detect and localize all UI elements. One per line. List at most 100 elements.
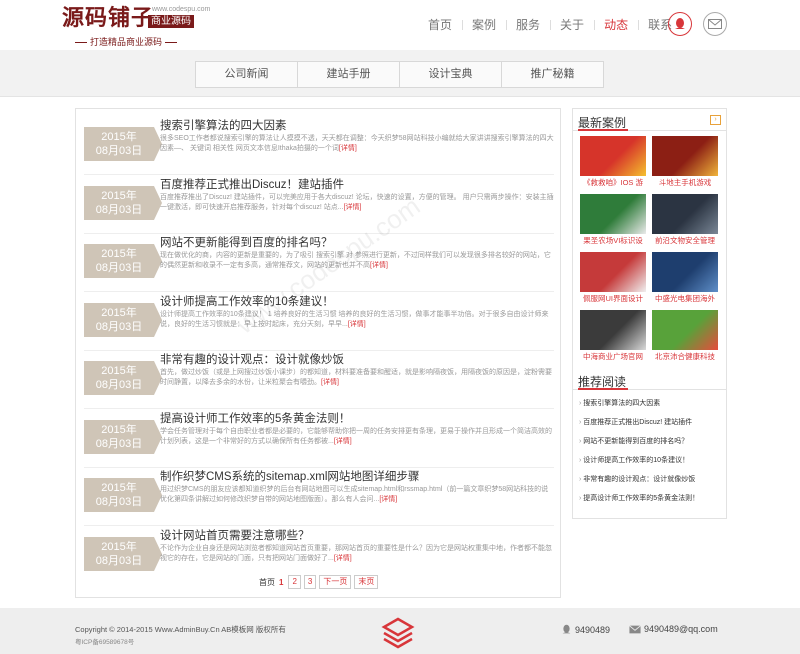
- qq-icon: [562, 624, 571, 634]
- recommend-item[interactable]: 提高设计师工作效率的5条黄金法则！: [579, 489, 720, 508]
- mail-icon: [629, 624, 641, 633]
- date-year: 2015年: [101, 365, 137, 377]
- pager-first[interactable]: 首页: [259, 577, 275, 588]
- case-item[interactable]: 果圣农场VI标识设: [580, 194, 646, 246]
- article-summary: 首先，做过炒饭（或是上网搜过炒饭小课步）的都知道，材料要准备要和醒适，就是影响隔…: [160, 368, 554, 398]
- pager-last[interactable]: 末页: [354, 575, 379, 589]
- article-summary: 设计师提高工作效率的10条建议！ 1 培养良好的生活习惯 培养的良好的生活习惯，…: [160, 310, 554, 340]
- footer-qq[interactable]: 9490489: [561, 624, 610, 635]
- date-badge: 2015年 08月03日: [84, 419, 162, 454]
- sidebar: 最新案例 › 《救救咱》IOS 游 斗地主手机游戏果圣农场VI标识设 前沿文物安全管…: [572, 108, 727, 519]
- article-title[interactable]: 百度推荐正式推出Discuz！建站插件: [160, 176, 344, 192]
- article-summary: 不论作为企业自身还是网站浏览者都知道网站首页重要，那网站首页的重要性是什么？因为…: [160, 544, 554, 574]
- footer-logo-icon: [381, 616, 415, 650]
- case-thumbnail: [580, 136, 646, 176]
- case-grid: 《救救咱》IOS 游 斗地主手机游戏果圣农场VI标识设 前沿文物安全管理佩服网UI界…: [573, 131, 726, 368]
- more-arrow-icon[interactable]: ›: [710, 115, 721, 125]
- sub-nav-band: 公司新闻 建站手册 设计宝典 推广秘籍: [0, 50, 800, 97]
- article-item: 2015年 08月03日 设计网站首页需要注意哪些？ 不论作为企业自身还是网站浏览者都…: [84, 527, 554, 579]
- tab-category[interactable]: 建站手册: [297, 61, 400, 88]
- date-year: 2015年: [101, 189, 137, 202]
- case-item[interactable]: 斗地主手机游戏: [652, 136, 718, 188]
- icp-text[interactable]: 粤ICP备69589678号: [75, 636, 134, 646]
- case-thumbnail: [652, 310, 718, 350]
- article-more-link[interactable]: [详情]: [321, 379, 339, 386]
- recommend-title-underline: [578, 388, 628, 390]
- article-summary: 用过织梦CMS的朋友应该都知道织梦的后台有网站地图可以生成sitemap.htm…: [160, 485, 554, 515]
- recommend-item[interactable]: 百度推荐正式推出Discuz! 建站插件: [579, 413, 720, 432]
- article-title[interactable]: 非常有趣的设计观点：设计就像炒饭: [160, 351, 344, 367]
- article-item: 2015年 08月03日 提高设计师工作效率的5条黄金法则！ 学会任务管理对于每个自由…: [84, 410, 554, 468]
- logo-tag: 商业源码: [148, 15, 194, 28]
- article-summary-text: 用过织梦CMS的朋友应该都知道织梦的后台有网站地图可以生成sitemap.htm…: [160, 486, 549, 503]
- tab-category[interactable]: 推广秘籍: [501, 61, 604, 88]
- article-item: 2015年 08月03日 设计师提高工作效率的10条建议！ 设计师提高工作效率的10条…: [84, 293, 554, 351]
- case-item[interactable]: 中海商业广场官网: [580, 310, 646, 362]
- article-more-link[interactable]: [详情]: [348, 321, 366, 328]
- category-tabs: 公司新闻 建站手册 设计宝典 推广秘籍: [195, 61, 604, 88]
- qq-icon[interactable]: [668, 12, 692, 36]
- article-more-link[interactable]: [详情]: [339, 145, 357, 152]
- nav-item[interactable]: 动态: [594, 17, 638, 33]
- article-title[interactable]: 设计网站首页需要注意哪些？: [160, 527, 310, 543]
- pager-next[interactable]: 下一页: [319, 575, 352, 589]
- case-thumbnail: [652, 194, 718, 234]
- tab-category[interactable]: 设计宝典: [399, 61, 502, 88]
- nav-item[interactable]: 案例: [462, 17, 506, 33]
- date-badge: 2015年 08月03日: [84, 361, 162, 395]
- logo-text: 源码铺子: [62, 5, 155, 31]
- case-caption: 北京沛合健康科技: [655, 352, 715, 361]
- case-caption: 佩服网UI界面设计: [583, 294, 643, 303]
- recommend-item[interactable]: 搜索引擎算法的四大因素: [579, 394, 720, 413]
- recommend-item[interactable]: 设计师提高工作效率的10条建议！: [579, 451, 720, 470]
- pager-current: 1: [279, 577, 284, 587]
- article-item: 2015年 08月03日 搜索引擎算法的四大因素 很多SEO工作者都说搜索引擎的算法让…: [84, 117, 554, 175]
- case-thumbnail: [580, 194, 646, 234]
- date-year: 2015年: [101, 423, 137, 436]
- case-caption: 果圣农场VI标识设: [583, 236, 643, 245]
- mail-icon[interactable]: [703, 12, 727, 36]
- recommend-item[interactable]: 非常有趣的设计观点：设计就像炒饭: [579, 470, 720, 489]
- date-badge: 2015年 08月03日: [84, 478, 162, 512]
- case-thumbnail: [580, 252, 646, 292]
- recommend-header: 推荐阅读: [573, 368, 726, 390]
- case-thumbnail: [652, 136, 718, 176]
- article-title[interactable]: 搜索引擎算法的四大因素: [160, 117, 287, 133]
- pagination: 首页 1 2 3 下一页 末页: [259, 575, 379, 589]
- case-item[interactable]: 中盛光电集团海外: [652, 252, 718, 304]
- article-list: 2015年 08月03日 搜索引擎算法的四大因素 很多SEO工作者都说搜索引擎的算法让…: [75, 108, 561, 598]
- article-more-link[interactable]: [详情]: [334, 438, 352, 445]
- article-title[interactable]: 提高设计师工作效率的5条黄金法则！: [160, 410, 350, 426]
- pager-page[interactable]: 2: [288, 575, 301, 589]
- article-more-link[interactable]: [详情]: [370, 262, 388, 269]
- logo-url: www.codespu.com: [152, 6, 211, 13]
- article-title[interactable]: 网站不更新能得到百度的排名吗？: [160, 234, 333, 250]
- article-summary-text: 学会任务管理对于每个自由职业者都是必要的，它能够帮助你把一周的任务安排更有条理，…: [160, 427, 552, 445]
- nav-item[interactable]: 关于: [550, 17, 594, 33]
- date-year: 2015年: [101, 248, 137, 260]
- case-item[interactable]: 北京沛合健康科技: [652, 310, 718, 362]
- footer-email[interactable]: 9490489@qq.com: [629, 624, 718, 634]
- logo-slogan: 打造精品商业源码: [72, 35, 180, 48]
- recommend-item[interactable]: 网站不更新能得到百度的排名吗？: [579, 432, 720, 451]
- date-day: 08月03日: [95, 554, 143, 567]
- date-day: 08月03日: [95, 203, 143, 216]
- article-more-link[interactable]: [详情]: [334, 555, 352, 562]
- cases-header: 最新案例 ›: [573, 109, 726, 131]
- nav-item[interactable]: 服务: [506, 17, 550, 33]
- nav-item[interactable]: 首页: [418, 17, 462, 33]
- article-item: 2015年 08月03日 制作织梦CMS系统的sitemap.xml网站地图详细步骤…: [84, 468, 554, 526]
- article-more-link[interactable]: [详情]: [379, 496, 397, 503]
- article-title[interactable]: 设计师提高工作效率的10条建议！: [160, 293, 334, 309]
- case-item[interactable]: 佩服网UI界面设计: [580, 252, 646, 304]
- tab-category[interactable]: 公司新闻: [195, 61, 298, 88]
- article-title[interactable]: 制作织梦CMS系统的sitemap.xml网站地图详细步骤: [160, 468, 419, 484]
- case-item[interactable]: 前沿文物安全管理: [652, 194, 718, 246]
- case-item[interactable]: 《救救咱》IOS 游: [580, 136, 646, 188]
- case-caption: 前沿文物安全管理: [655, 236, 715, 245]
- site-logo[interactable]: 源码铺子 www.codespu.com 商业源码 打造精品商业源码: [62, 5, 210, 48]
- pager-page[interactable]: 3: [303, 575, 317, 589]
- date-badge: 2015年 08月03日: [84, 244, 162, 278]
- case-thumbnail: [652, 252, 718, 292]
- article-more-link[interactable]: [详情]: [344, 204, 362, 211]
